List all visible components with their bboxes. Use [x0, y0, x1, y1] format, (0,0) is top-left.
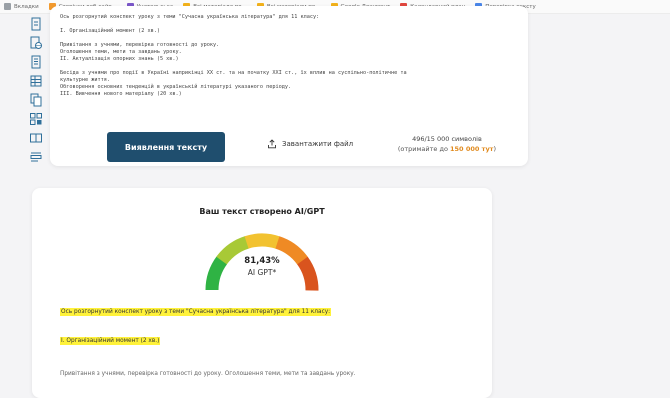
detect-text-button[interactable]: Виявлення тексту: [107, 132, 225, 162]
bonus-suffix: ): [493, 145, 496, 153]
ai-score-label: AI GPT*: [247, 268, 277, 277]
table-document-icon[interactable]: [28, 73, 44, 89]
globe-document-icon[interactable]: [28, 35, 44, 51]
highlighted-line: I. Організаційний момент (2 хв.): [60, 337, 161, 345]
upload-file-label: Завантажити файл: [282, 140, 354, 148]
result-line: Привітання з учнями, перевірка готовност…: [60, 371, 356, 377]
upload-file-button[interactable]: Завантажити файл: [267, 139, 353, 149]
input-card: Ось розгорнутий конспект уроку з теми "С…: [50, 6, 528, 166]
tool-sidebar: [24, 16, 48, 165]
grid-scan-icon[interactable]: [28, 111, 44, 127]
character-count: 496/15 000 символів: [412, 135, 482, 143]
text-input-area[interactable]: Ось розгорнутий конспект уроку з теми "С…: [60, 14, 518, 126]
list-document-icon[interactable]: [28, 54, 44, 70]
book-icon[interactable]: [28, 130, 44, 146]
ai-score-readout: 81,43% AI GPT*: [200, 256, 324, 278]
highlighted-line: Ось розгорнутий конспект уроку з теми "С…: [60, 308, 332, 316]
result-title: Ваш текст створено AI/GPT: [199, 207, 325, 216]
character-counter: 496/15 000 символів (отримайте до 150 00…: [398, 134, 496, 154]
result-card: Ваш текст створено AI/GPT 81,43% AI GPT*…: [32, 188, 492, 398]
bookmark-item[interactable]: Вкладки: [4, 3, 39, 10]
gauge-segment: [244, 233, 280, 249]
bonus-link[interactable]: 150 000 тут: [450, 145, 493, 153]
upload-icon: [268, 139, 276, 149]
bookmark-icon: [4, 3, 11, 10]
bonus-prefix: (отримайте до: [397, 145, 448, 153]
copy-document-icon[interactable]: [28, 92, 44, 108]
form-icon[interactable]: [28, 149, 44, 165]
document-icon[interactable]: [28, 16, 44, 32]
bonus-offer: (отримайте до 150 000 тут): [398, 144, 496, 154]
ai-score-percent: 81,43%: [244, 256, 280, 266]
bookmark-label: Вкладки: [14, 3, 39, 10]
